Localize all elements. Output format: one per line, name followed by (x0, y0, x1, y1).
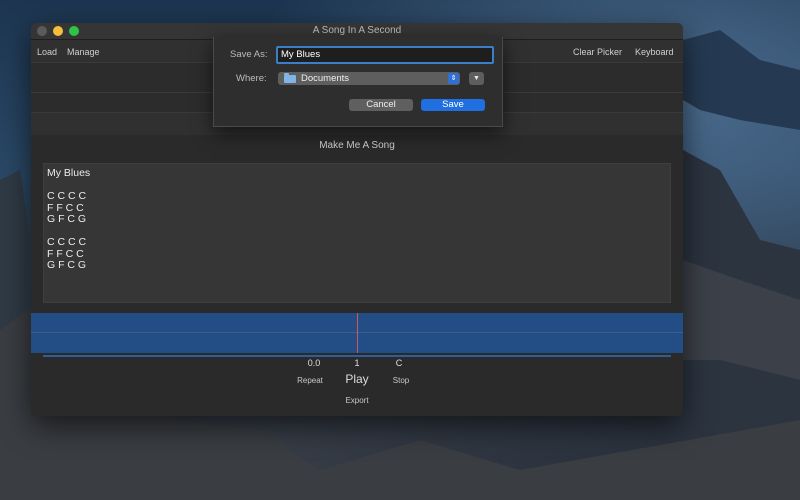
time-value: 0.0 (307, 358, 321, 368)
waveform-track[interactable] (31, 313, 683, 353)
where-select[interactable]: Documents ⇕ (278, 72, 460, 85)
section-title: Make Me A Song (319, 140, 395, 151)
folder-icon (284, 73, 296, 83)
playhead[interactable] (357, 313, 358, 353)
filename-input[interactable] (276, 46, 494, 64)
key-value: C (395, 358, 403, 368)
manage-button[interactable]: Manage (67, 47, 100, 57)
load-button[interactable]: Load (37, 47, 57, 57)
where-value: Documents (301, 73, 350, 84)
repeat-button[interactable]: Repeat (285, 376, 335, 385)
progress-bar (43, 355, 671, 357)
song-text-area[interactable]: My Blues C C C C F F C C G F C G C C C C… (43, 163, 671, 303)
stop-button[interactable]: Stop (376, 376, 426, 385)
expand-button[interactable]: ▼ (469, 72, 484, 85)
window-title: A Song In A Second (312, 25, 402, 36)
chevron-down-icon: ▼ (473, 75, 480, 82)
save-sheet: Save As: Where: Documents ⇕ ▼ Cancel Sav… (213, 37, 503, 127)
cancel-button[interactable]: Cancel (349, 99, 413, 111)
save-as-label: Save As: (230, 49, 268, 60)
save-button[interactable]: Save (421, 99, 485, 111)
where-label: Where: (236, 73, 267, 84)
clear-picker-button[interactable]: Clear Picker (573, 47, 622, 57)
keyboard-button[interactable]: Keyboard (635, 47, 674, 57)
up-down-arrows-icon: ⇕ (448, 73, 459, 84)
position-value: 1 (354, 358, 360, 368)
export-button[interactable]: Export (332, 396, 382, 405)
